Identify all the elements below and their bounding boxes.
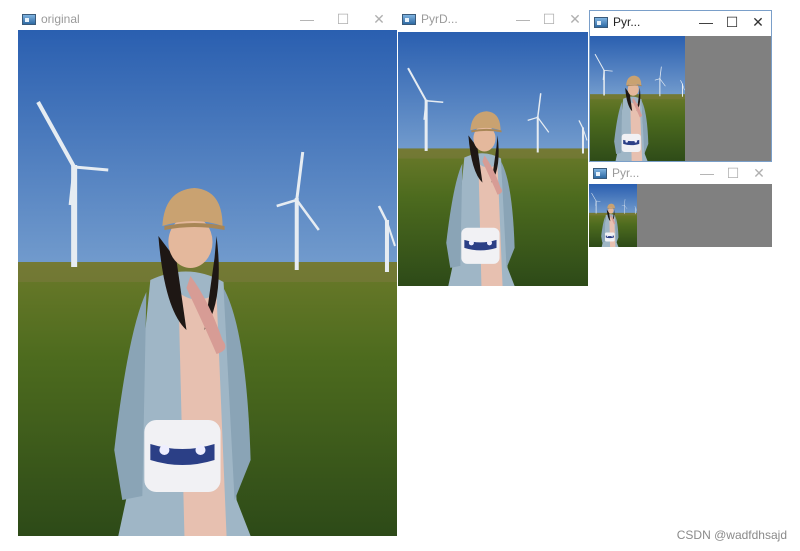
image-pyr-level-3 [589,184,637,247]
minimize-icon[interactable]: — [510,8,536,30]
close-icon[interactable]: ✕ [361,8,397,30]
close-icon[interactable]: ✕ [745,11,771,33]
image-frame [398,32,588,286]
window-titlebar[interactable]: original — ☐ ✕ [18,8,397,30]
window-original: original — ☐ ✕ [18,8,397,536]
app-window-icon [22,13,36,25]
window-title: Pyr... [612,166,640,180]
app-window-icon [402,13,416,25]
image-original [18,30,397,536]
minimize-icon[interactable]: — [694,162,720,184]
minimize-icon[interactable]: — [289,8,325,30]
close-icon[interactable]: ✕ [562,8,588,30]
maximize-icon[interactable]: ☐ [325,8,361,30]
app-window-icon [594,16,608,28]
window-titlebar[interactable]: PyrD... — ☐ ✕ [398,8,588,30]
window-titlebar[interactable]: Pyr... — ☐ ✕ [589,162,772,184]
image-frame [589,184,772,247]
image-pyr-level-1 [398,32,588,286]
minimize-icon[interactable]: — [693,11,719,33]
maximize-icon[interactable]: ☐ [720,162,746,184]
image-frame [590,36,771,161]
image-frame [18,30,397,536]
image-pyr-level-2 [590,36,685,161]
watermark: CSDN @wadfdhsajd [676,528,787,542]
window-title: original [41,12,80,26]
window-pyr-level-2: Pyr... — ☐ ✕ [589,10,772,162]
maximize-icon[interactable]: ☐ [719,11,745,33]
window-title: Pyr... [613,15,641,29]
maximize-icon[interactable]: ☐ [536,8,562,30]
window-pyr-level-3: Pyr... — ☐ ✕ [589,162,772,247]
window-pyr-level-1: PyrD... — ☐ ✕ [398,8,588,286]
window-titlebar[interactable]: Pyr... — ☐ ✕ [590,11,771,33]
app-window-icon [593,167,607,179]
window-title: PyrD... [421,12,458,26]
close-icon[interactable]: ✕ [746,162,772,184]
